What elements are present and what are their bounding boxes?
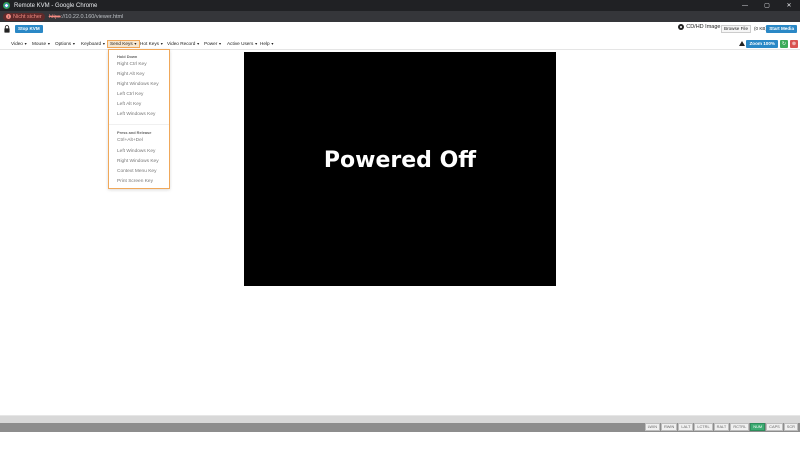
window-title: Remote KVM - Google Chrome xyxy=(14,2,98,9)
kvm-video-screen[interactable]: Powered Off xyxy=(244,52,556,286)
press-context-menu-item[interactable]: Context Menu Key xyxy=(117,169,156,174)
send-keys-dropdown: Hold Down Right Ctrl Key Right Alt Key R… xyxy=(108,49,170,189)
powered-off-message: Powered Off xyxy=(323,147,477,173)
cd-image-text: CD/HD Image: xyxy=(686,24,722,30)
menu-options-label: Options xyxy=(55,41,72,46)
status-rwin: RWIN xyxy=(661,423,678,431)
stop-kvm-button[interactable]: Stop KVM xyxy=(15,25,43,33)
kvm-top-bar: Stop KVM CD/HD Image: Browse File (0 KB)… xyxy=(0,22,800,36)
lock-icon xyxy=(4,25,10,33)
url-text[interactable]: https://10.22.0.160/viewer.html xyxy=(49,14,124,20)
security-chip[interactable]: ! Nicht sicher xyxy=(3,12,45,21)
window-title-bar: Remote KVM - Google Chrome — ▢ ✕ xyxy=(0,0,800,11)
menu-keyboard[interactable]: Keyboard▼ xyxy=(79,40,108,48)
menu-help-label: Help xyxy=(260,41,270,46)
disc-icon xyxy=(678,24,685,30)
hold-left-ctrl-item[interactable]: Left Ctrl Key xyxy=(117,92,143,97)
close-window-icon[interactable]: ✕ xyxy=(778,0,800,11)
hold-right-windows-item[interactable]: Right Windows Key xyxy=(117,82,159,87)
alert-icon[interactable] xyxy=(739,41,745,46)
menu-hot-keys[interactable]: Hot Keys▼ xyxy=(138,40,166,48)
start-media-button[interactable]: Start Media xyxy=(766,25,797,33)
menu-power[interactable]: Power▼ xyxy=(202,40,224,48)
security-label: Nicht sicher xyxy=(13,13,42,20)
url-path: ://10.22.0.160/viewer.html xyxy=(60,13,124,20)
dropdown-divider xyxy=(109,124,169,125)
refresh-icon[interactable]: ↻ xyxy=(780,40,788,48)
menu-send-keys[interactable]: Send Keys▼ xyxy=(107,40,141,48)
file-size-label: (0 KB) xyxy=(753,26,767,31)
close-session-icon[interactable]: ⊗ xyxy=(790,40,798,48)
status-num: NUM xyxy=(750,423,766,431)
url-scheme: https xyxy=(48,13,61,20)
menu-video-record-label: Video Record xyxy=(167,41,196,46)
hold-left-alt-item[interactable]: Left Alt Key xyxy=(117,102,141,107)
hold-left-windows-item[interactable]: Left Windows Key xyxy=(117,112,155,117)
menu-help[interactable]: Help▼ xyxy=(258,40,276,48)
menu-video[interactable]: Video▼ xyxy=(9,40,29,48)
browse-file-button[interactable]: Browse File xyxy=(721,25,751,33)
keyboard-status-indicators: LWIN RWIN LALT LCTRL RALT RCTRL NUM CAPS… xyxy=(644,423,798,432)
minimize-icon[interactable]: — xyxy=(734,0,756,11)
menu-video-record[interactable]: Video Record▼ xyxy=(165,40,202,48)
menu-video-label: Video xyxy=(11,41,23,46)
status-lctrl: LCTRL xyxy=(694,423,713,431)
press-left-windows-item[interactable]: Left Windows Key xyxy=(117,149,155,154)
warning-icon: ! xyxy=(6,14,11,19)
menu-mouse[interactable]: Mouse▼ xyxy=(30,40,53,48)
status-scr: SCR xyxy=(783,423,798,431)
address-bar[interactable]: ! Nicht sicher https://10.22.0.160/viewe… xyxy=(0,11,800,22)
menu-active-users-label: Active Users xyxy=(227,41,254,46)
bottom-divider xyxy=(0,415,800,423)
press-ctrl-alt-del-item[interactable]: Ctrl+Alt+Del xyxy=(117,138,143,143)
chrome-icon xyxy=(3,2,10,9)
status-ralt: RALT xyxy=(713,423,730,431)
menu-hot-keys-label: Hot Keys xyxy=(140,41,160,46)
hold-down-header: Hold Down xyxy=(117,54,138,59)
menu-power-label: Power xyxy=(204,41,218,46)
status-lwin: LWIN xyxy=(644,423,660,431)
menu-options[interactable]: Options▼ xyxy=(53,40,78,48)
press-release-header: Press and Release xyxy=(117,130,152,135)
press-print-screen-item[interactable]: Print Screen Key xyxy=(117,179,153,184)
press-right-windows-item[interactable]: Right Windows Key xyxy=(117,159,159,164)
menu-keyboard-label: Keyboard xyxy=(81,41,102,46)
status-caps: CAPS xyxy=(766,423,783,431)
maximize-icon[interactable]: ▢ xyxy=(756,0,778,11)
page-footer-area xyxy=(0,432,800,450)
menu-send-keys-label: Send Keys xyxy=(110,41,133,46)
status-lalt: LALT xyxy=(678,423,694,431)
cd-image-label: CD/HD Image: xyxy=(678,24,722,30)
menu-mouse-label: Mouse xyxy=(32,41,47,46)
status-rctrl: RCTRL xyxy=(730,423,750,431)
hold-right-ctrl-item[interactable]: Right Ctrl Key xyxy=(117,62,147,67)
zoom-button[interactable]: Zoom 100% xyxy=(746,40,778,48)
hold-right-alt-item[interactable]: Right Alt Key xyxy=(117,72,144,77)
menu-active-users[interactable]: Active Users▼ xyxy=(225,40,260,48)
